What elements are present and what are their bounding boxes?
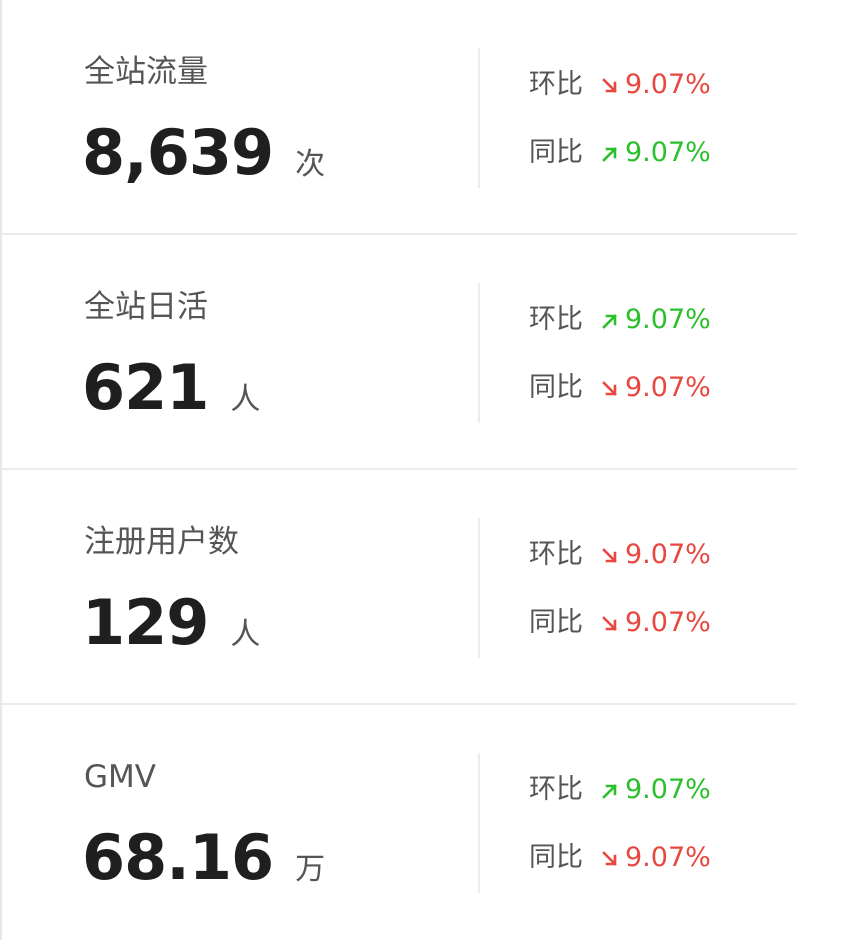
mom-comparison: 环比 9.07% bbox=[529, 300, 711, 340]
mom-comparison: 环比 9.07% bbox=[529, 770, 711, 810]
metric-card-gmv: GMV 68.16 万 环比 9.07% 同比 9.07% bbox=[2, 705, 797, 940]
metric-name: 全站流量 bbox=[84, 54, 208, 90]
mom-label: 环比 bbox=[529, 774, 583, 805]
mom-value: 9.07% bbox=[625, 69, 711, 100]
metric-value-row: 68.16 万 bbox=[82, 823, 325, 909]
yoy-value: 9.07% bbox=[625, 137, 711, 168]
arrow-down-right-icon bbox=[602, 78, 617, 93]
metric-value: 621 bbox=[82, 351, 209, 424]
yoy-label: 同比 bbox=[529, 607, 583, 638]
metric-value-row: 621 人 bbox=[82, 353, 260, 439]
metrics-panel: 全站流量 8,639 次 环比 9.07% 同比 9.07% 全站日活 621 人 … bbox=[0, 0, 797, 940]
mom-label: 环比 bbox=[529, 69, 583, 100]
arrow-up-right-icon bbox=[602, 784, 617, 799]
metric-unit: 人 bbox=[230, 382, 261, 417]
metric-unit: 次 bbox=[295, 147, 326, 182]
metric-name: GMV bbox=[84, 759, 156, 795]
vertical-divider bbox=[478, 518, 480, 658]
metric-value: 129 bbox=[82, 586, 209, 659]
metric-unit: 万 bbox=[295, 852, 326, 887]
vertical-divider bbox=[478, 283, 480, 423]
yoy-value: 9.07% bbox=[625, 607, 711, 638]
arrow-down-right-icon bbox=[602, 616, 617, 631]
mom-comparison: 环比 9.07% bbox=[529, 65, 711, 105]
metric-name: 全站日活 bbox=[84, 289, 208, 325]
yoy-comparison: 同比 9.07% bbox=[529, 368, 711, 408]
metric-value-row: 129 人 bbox=[82, 588, 260, 674]
yoy-label: 同比 bbox=[529, 137, 583, 168]
metric-card-dau: 全站日活 621 人 环比 9.07% 同比 9.07% bbox=[2, 235, 797, 470]
arrow-down-right-icon bbox=[602, 381, 617, 396]
metric-value: 8,639 bbox=[82, 116, 274, 189]
arrow-up-right-icon bbox=[602, 314, 617, 329]
metric-name: 注册用户数 bbox=[84, 524, 239, 560]
mom-comparison: 环比 9.07% bbox=[529, 535, 711, 575]
arrow-down-right-icon bbox=[602, 851, 617, 866]
metric-card-traffic: 全站流量 8,639 次 环比 9.07% 同比 9.07% bbox=[2, 0, 797, 235]
vertical-divider bbox=[478, 753, 480, 893]
metric-value: 68.16 bbox=[82, 821, 274, 894]
vertical-divider bbox=[478, 48, 480, 188]
yoy-label: 同比 bbox=[529, 842, 583, 873]
arrow-down-right-icon bbox=[602, 548, 617, 563]
arrow-up-right-icon bbox=[602, 147, 617, 162]
mom-value: 9.07% bbox=[625, 539, 711, 570]
yoy-comparison: 同比 9.07% bbox=[529, 133, 711, 173]
yoy-label: 同比 bbox=[529, 372, 583, 403]
mom-label: 环比 bbox=[529, 539, 583, 570]
mom-label: 环比 bbox=[529, 304, 583, 335]
yoy-comparison: 同比 9.07% bbox=[529, 603, 711, 643]
yoy-value: 9.07% bbox=[625, 372, 711, 403]
metric-value-row: 8,639 次 bbox=[82, 118, 325, 204]
metric-card-registered-users: 注册用户数 129 人 环比 9.07% 同比 9.07% bbox=[2, 470, 797, 705]
metric-unit: 人 bbox=[230, 617, 261, 652]
mom-value: 9.07% bbox=[625, 304, 711, 335]
yoy-value: 9.07% bbox=[625, 842, 711, 873]
yoy-comparison: 同比 9.07% bbox=[529, 838, 711, 878]
mom-value: 9.07% bbox=[625, 774, 711, 805]
